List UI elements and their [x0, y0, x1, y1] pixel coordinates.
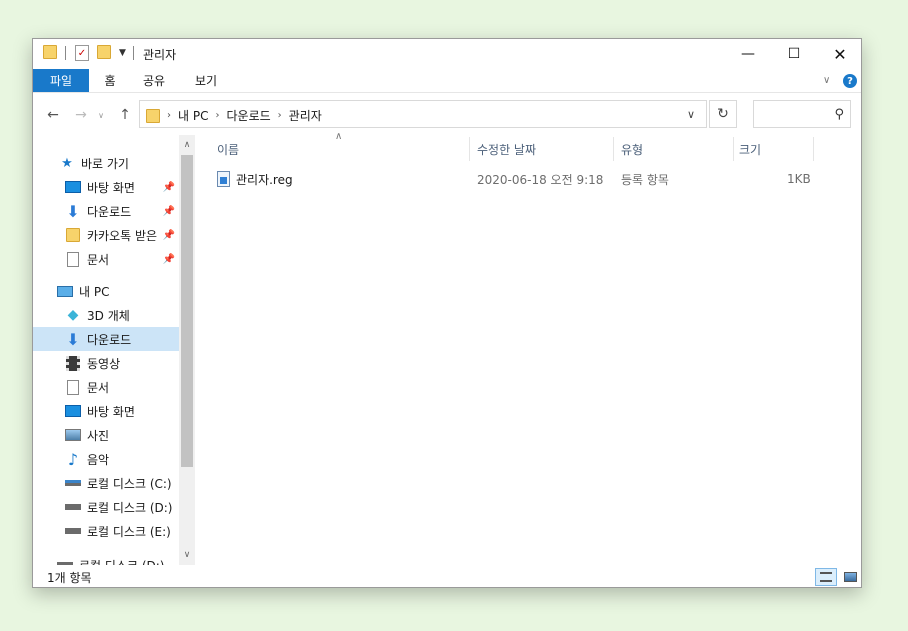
- minimize-button[interactable]: —: [725, 39, 771, 69]
- drive-icon: [65, 475, 81, 491]
- drive-icon: [57, 557, 73, 565]
- help-icon[interactable]: ?: [843, 74, 857, 88]
- nav-downloads[interactable]: ⬇ 다운로드: [33, 327, 179, 351]
- pin-icon[interactable]: 📌: [163, 206, 175, 217]
- nav-desktop[interactable]: 바탕 화면: [33, 399, 179, 423]
- nav-quick-downloads[interactable]: ⬇ 다운로드 📌: [33, 199, 179, 223]
- nav-3d-objects[interactable]: ◆ 3D 개체: [33, 303, 179, 327]
- sort-ascending-icon: ∧: [335, 131, 343, 142]
- address-dropdown-icon[interactable]: ∨: [676, 101, 706, 127]
- file-name-cell[interactable]: 관리자.reg: [217, 169, 293, 189]
- document-icon: [65, 379, 81, 395]
- back-button[interactable]: ←: [43, 105, 63, 125]
- chevron-right-icon[interactable]: ›: [215, 110, 219, 121]
- music-note-icon: ♪: [67, 449, 79, 469]
- tab-share[interactable]: 공유: [137, 69, 171, 92]
- file-size-cell: 1KB: [787, 172, 811, 186]
- search-input[interactable]: ⚲: [753, 100, 851, 128]
- recent-locations-icon[interactable]: ∨: [91, 105, 111, 125]
- column-header-modified[interactable]: 수정한 날짜: [477, 137, 536, 161]
- folder-icon: [146, 108, 160, 123]
- nav-drive-d[interactable]: 로컬 디스크 (D:): [33, 495, 179, 519]
- desktop-icon: [65, 403, 81, 419]
- folder-icon: [43, 45, 57, 59]
- up-button[interactable]: ↑: [115, 105, 135, 125]
- pin-icon[interactable]: 📌: [163, 182, 175, 193]
- nav-music[interactable]: ♪ 음악: [33, 447, 179, 471]
- star-icon: ★: [61, 155, 73, 171]
- column-header-type[interactable]: 유형: [621, 137, 643, 161]
- nav-this-pc[interactable]: 내 PC: [33, 279, 179, 303]
- title-bar: ✓ ▼ 관리자 — ☐ ✕: [33, 39, 861, 69]
- large-icons-view-icon: [843, 572, 857, 582]
- new-folder-icon[interactable]: [97, 45, 111, 59]
- computer-icon: [57, 283, 73, 299]
- chevron-right-icon[interactable]: ›: [278, 110, 282, 121]
- column-header-size[interactable]: 크기: [739, 137, 761, 161]
- document-icon: [65, 251, 81, 267]
- nav-scrollbar[interactable]: ∧ ∨: [179, 135, 195, 565]
- nav-drive-d-network[interactable]: 로컬 디스크 (D:): [33, 553, 179, 565]
- explorer-window: ✓ ▼ 관리자 — ☐ ✕ 파일 홈 공유 보기 ∨ ? ← → ∨ ↑ › 내…: [32, 38, 862, 588]
- cube-3d-icon: ◆: [67, 307, 79, 323]
- nav-videos[interactable]: 동영상: [33, 351, 179, 375]
- search-icon: ⚲: [834, 107, 844, 122]
- nav-quick-kakaotalk[interactable]: 카카오톡 받은 📌: [33, 223, 179, 247]
- registry-file-icon: [217, 171, 230, 187]
- picture-icon: [65, 427, 81, 443]
- maximize-button[interactable]: ☐: [771, 39, 817, 69]
- nav-drive-c[interactable]: 로컬 디스크 (C:): [33, 471, 179, 495]
- properties-icon[interactable]: ✓: [75, 45, 89, 61]
- tab-file[interactable]: 파일: [33, 69, 89, 92]
- file-type-cell: 등록 항목: [621, 172, 669, 187]
- quick-access-dropdown-icon[interactable]: ▼: [119, 48, 126, 66]
- scroll-down-icon[interactable]: ∨: [179, 547, 195, 563]
- details-view-button[interactable]: [815, 568, 837, 586]
- tab-home[interactable]: 홈: [97, 69, 123, 92]
- file-modified-cell: 2020-06-18 오전 9:18: [477, 172, 604, 187]
- download-arrow-icon: ⬇: [66, 201, 80, 221]
- desktop-icon: [65, 179, 81, 195]
- download-arrow-icon: ⬇: [66, 329, 80, 349]
- large-icons-view-button[interactable]: [839, 568, 861, 586]
- nav-quick-access[interactable]: ★ 바로 가기: [33, 151, 179, 175]
- breadcrumb-this-pc[interactable]: 내 PC: [178, 107, 208, 124]
- close-button[interactable]: ✕: [817, 39, 861, 69]
- tab-view[interactable]: 보기: [189, 69, 223, 92]
- nav-quick-documents[interactable]: 문서 📌: [33, 247, 179, 271]
- status-item-count: 1개 항목: [47, 571, 92, 585]
- pin-icon[interactable]: 📌: [163, 254, 175, 265]
- nav-quick-desktop[interactable]: 바탕 화면 📌: [33, 175, 179, 199]
- nav-pictures[interactable]: 사진: [33, 423, 179, 447]
- column-header-name[interactable]: 이름: [217, 137, 239, 161]
- pin-icon[interactable]: 📌: [163, 230, 175, 241]
- nav-drive-e[interactable]: 로컬 디스크 (E:): [33, 519, 179, 543]
- film-icon: [65, 355, 81, 371]
- folder-icon: [65, 227, 81, 243]
- expand-ribbon-icon[interactable]: ∨: [823, 75, 830, 86]
- scroll-up-icon[interactable]: ∧: [179, 137, 195, 153]
- breadcrumb-downloads[interactable]: 다운로드: [226, 107, 270, 124]
- drive-icon: [65, 499, 81, 515]
- refresh-button[interactable]: ↻: [709, 100, 737, 128]
- details-view-icon: [820, 572, 832, 582]
- navigation-pane: ★ 바로 가기 바탕 화면 📌 ⬇ 다운로드 📌 카카오톡 받은 📌 문서 📌 …: [33, 135, 179, 565]
- breadcrumb-admin[interactable]: 관리자: [289, 107, 322, 124]
- nav-documents[interactable]: 문서: [33, 375, 179, 399]
- forward-button[interactable]: →: [71, 105, 91, 125]
- window-title: 관리자: [143, 48, 177, 62]
- scroll-thumb[interactable]: [181, 155, 193, 467]
- address-bar[interactable]: › 내 PC › 다운로드 › 관리자 ∨: [139, 100, 707, 128]
- drive-icon: [65, 523, 81, 539]
- ribbon-tabs: 파일 홈 공유 보기 ∨: [33, 69, 861, 93]
- chevron-right-icon[interactable]: ›: [167, 110, 171, 121]
